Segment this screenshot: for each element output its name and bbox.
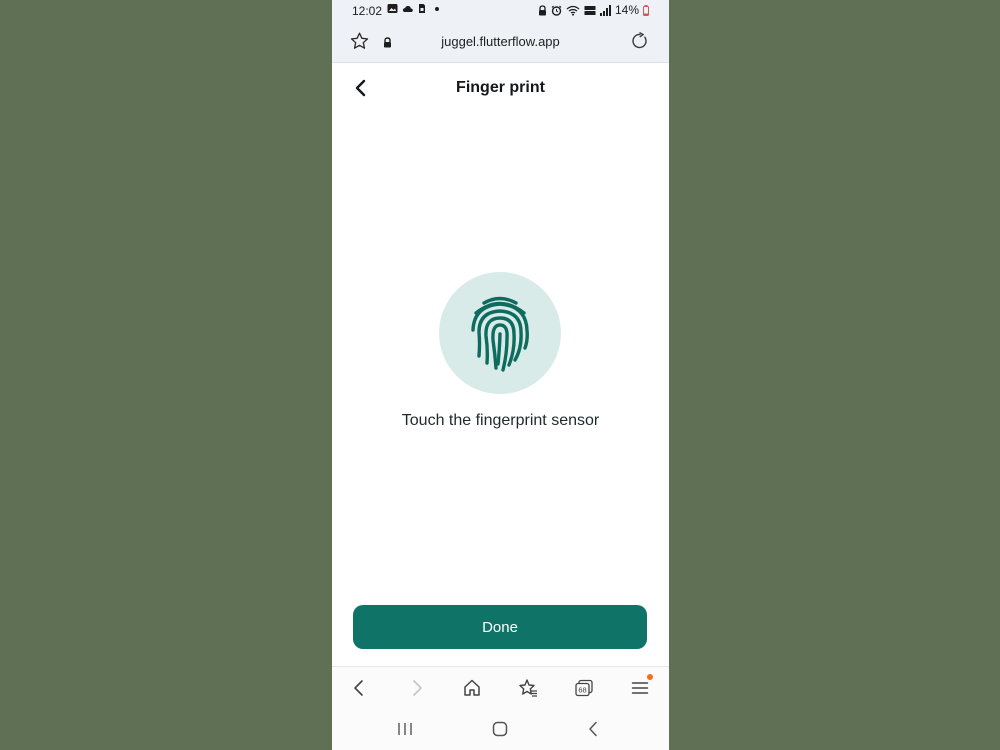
phone-screen: 12:02 14% juggel.flutterflow.app Finger … [332, 0, 669, 750]
recent-apps-icon[interactable] [397, 720, 413, 743]
instruction-text: Touch the fingerprint sensor [401, 412, 600, 429]
app-header: Finger print [332, 62, 669, 114]
browser-back-icon[interactable] [352, 678, 366, 703]
battery-percent: 14% [614, 3, 639, 17]
status-left-icons [387, 3, 440, 14]
system-navigation-bar [332, 710, 669, 750]
status-time: 12:02 [352, 4, 383, 18]
menu-notification-dot [647, 674, 653, 680]
lock-icon [538, 4, 546, 15]
page-title: Finger print [456, 79, 545, 96]
browser-forward-icon[interactable] [410, 678, 424, 703]
menu-icon[interactable] [631, 674, 653, 703]
wifi-icon [566, 5, 580, 16]
bookmarks-icon[interactable] [518, 678, 538, 703]
volte-icon [584, 5, 596, 15]
browser-address-bar: juggel.flutterflow.app [332, 22, 669, 63]
fingerprint-badge [439, 272, 561, 394]
reload-icon[interactable] [631, 32, 649, 55]
tabs-icon[interactable]: 68 [574, 678, 594, 703]
system-back-icon[interactable] [586, 720, 600, 743]
battery-icon [643, 4, 649, 16]
tabs-count: 68 [578, 686, 586, 695]
browser-toolbar: 68 [332, 666, 669, 711]
dot-icon [435, 6, 439, 11]
status-bar: 12:02 14% [332, 0, 669, 22]
url-text[interactable]: juggel.flutterflow.app [332, 34, 669, 49]
home-button-icon[interactable] [491, 720, 509, 743]
fingerprint-icon [471, 296, 529, 372]
done-button[interactable]: Done [353, 605, 647, 649]
home-icon[interactable] [463, 678, 481, 703]
signal-icon [599, 4, 611, 16]
gallery-icon [387, 4, 398, 13]
status-right-icons: 14% [538, 3, 649, 17]
alarm-icon [551, 5, 562, 16]
sim-icon [419, 4, 425, 13]
cloud-icon [402, 5, 413, 12]
